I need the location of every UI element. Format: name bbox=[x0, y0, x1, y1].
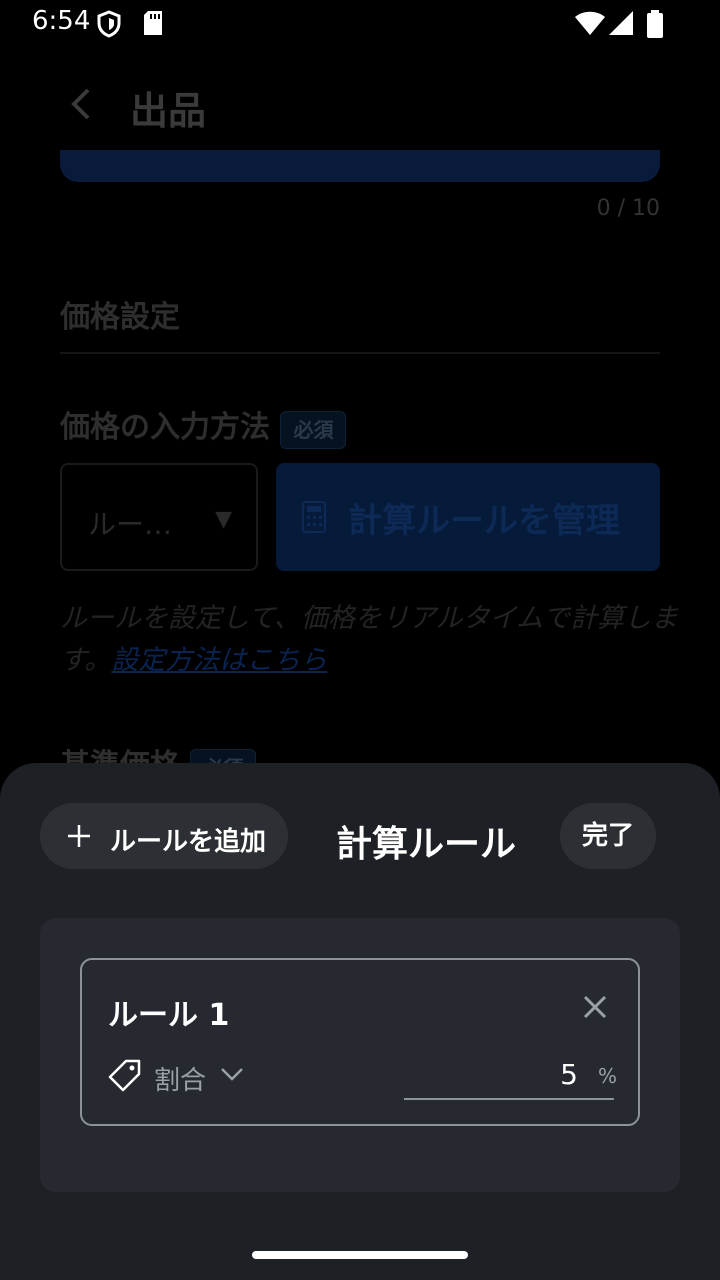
rule-unit: % bbox=[598, 1064, 618, 1088]
rule-card: ルール 1 割合 5 % bbox=[80, 958, 640, 1126]
help-text: ルールを設定して、価格をリアルタイムで計算します。設定方法はこちら bbox=[60, 603, 679, 676]
input-method-select-value: ルー… bbox=[88, 508, 173, 541]
rule-value-underline bbox=[404, 1098, 614, 1100]
home-indicator bbox=[252, 1251, 468, 1259]
image-upload-area bbox=[60, 150, 660, 182]
sheet-title: 計算ルール bbox=[336, 824, 517, 865]
manage-rules-button[interactable]: 計算ルールを管理 bbox=[276, 463, 660, 571]
rules-panel: ルール 1 割合 5 % bbox=[40, 918, 680, 1192]
rule-type-select[interactable]: 割合 bbox=[154, 1060, 206, 1097]
page-title: 出品 bbox=[130, 89, 207, 133]
manage-rules-label: 計算ルールを管理 bbox=[348, 501, 620, 541]
add-rule-label: ルールを追加 bbox=[110, 827, 267, 857]
required-badge: 必須 bbox=[280, 411, 347, 449]
rule-value-input[interactable]: 5 bbox=[404, 1058, 578, 1091]
back-chevron-icon[interactable] bbox=[62, 84, 102, 124]
divider bbox=[60, 352, 660, 354]
input-method-select[interactable]: ルー… ▼ bbox=[60, 463, 258, 571]
calculator-icon bbox=[302, 501, 326, 533]
plus-icon bbox=[68, 825, 90, 847]
tag-icon bbox=[108, 1059, 141, 1092]
add-rule-button[interactable]: ルールを追加 bbox=[40, 803, 288, 869]
close-icon[interactable] bbox=[582, 994, 608, 1020]
rule-name: ルール 1 bbox=[108, 998, 230, 1033]
calculation-rules-sheet: ルールを追加 計算ルール 完了 ルール 1 割合 5 % bbox=[0, 763, 720, 1280]
done-button[interactable]: 完了 bbox=[560, 803, 656, 869]
help-link[interactable]: 設定方法はこちら bbox=[111, 645, 327, 676]
char-count: 0 / 10 bbox=[596, 196, 660, 221]
input-method-label: 価格の入力方法 必須 bbox=[60, 402, 347, 449]
section-title: 価格設定 bbox=[60, 300, 180, 335]
chevron-down-icon[interactable] bbox=[220, 1066, 244, 1082]
caret-down-icon: ▼ bbox=[215, 507, 232, 532]
